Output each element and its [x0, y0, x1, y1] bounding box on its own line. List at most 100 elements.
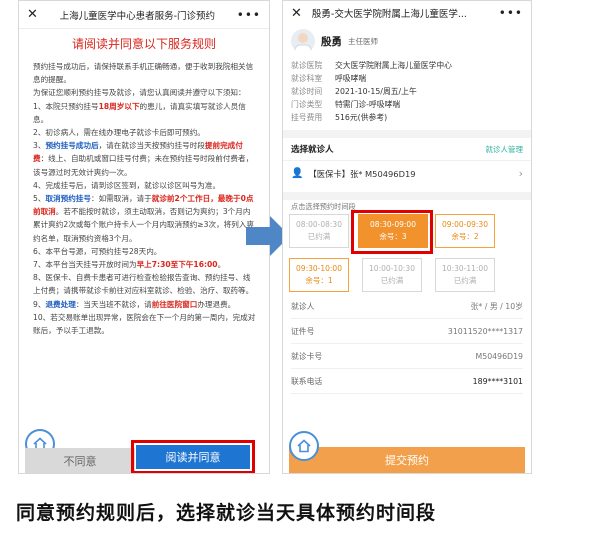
- rule-text: 退费处理: [45, 299, 76, 309]
- form-value: 31011520****1317: [447, 326, 523, 336]
- rule-text: 。: [217, 260, 226, 270]
- info-row: 就诊科室 呼吸哮喘: [291, 72, 523, 85]
- rule-text: ：如需取消，请于: [91, 194, 152, 204]
- disagree-button[interactable]: 不同意: [25, 448, 135, 473]
- rule-paragraph: 4、完成挂号后，请到诊区签到，就诊以诊区叫号为准。: [33, 179, 257, 192]
- rules-screen: ✕ 上海儿童医学中心患者服务-门诊预约 ••• 请阅读并同意以下服务规则 预约挂…: [18, 0, 270, 474]
- time-slot-grid: 10:30-11:00 已约满 10:00-10:30 已约满 09:30-10:00 余…: [283, 210, 531, 294]
- booking-header: ✕ 殷勇-交大医学院附属上海儿童医学... •••: [283, 1, 531, 25]
- rule-paragraph: 9、退费处理：当天当班不就诊，请前往医院窗口办理退费。: [33, 298, 257, 311]
- slot-highlight-box: [351, 210, 433, 254]
- info-label: 就诊时间: [291, 87, 323, 96]
- rule-text: 7、本平台当天挂号开放时间为: [33, 260, 137, 270]
- slot-status: 已约满: [380, 276, 404, 285]
- booking-screen-title: 殷勇-交大医学院附属上海儿童医学...: [311, 9, 467, 20]
- home-icon[interactable]: [289, 431, 319, 461]
- rule-text: 3、: [33, 141, 46, 151]
- rule-paragraph: 6、本平台号源，可预约挂号28天内。: [33, 245, 257, 258]
- more-icon[interactable]: •••: [499, 6, 523, 20]
- time-slot: 10:30-11:00 已约满: [435, 258, 495, 292]
- rule-text: 18周岁以下: [98, 101, 140, 111]
- info-row: 门诊类型 特需门诊-呼吸哮喘: [291, 98, 523, 111]
- more-icon[interactable]: •••: [237, 8, 261, 22]
- rule-text: 5、: [33, 194, 46, 204]
- rule-text: 2、初诊病人，需在线办理电子就诊卡后即可预约。: [33, 128, 205, 138]
- form-value: 张* / 男 / 10岁: [470, 301, 523, 311]
- form-row: 联系电话 189****3101: [291, 369, 523, 394]
- rule-text: ，请在就诊当天按预约挂号时段: [98, 141, 205, 151]
- rule-paragraph: 预约挂号成功后，请保持联系手机正确畅通，便于收到我院相关信息的提醒。: [33, 60, 257, 86]
- slot-time: 09:00-09:30: [442, 220, 488, 229]
- time-slot: 08:00-08:30 已约满: [289, 214, 349, 248]
- form-row: 就诊卡号 M50496D19: [291, 344, 523, 369]
- booking-form: 就诊人 张* / 男 / 10岁证件号 31011520****1317 就诊卡号 M5…: [283, 294, 531, 394]
- appointment-info: 就诊医院 交大医学院附属上海儿童医学中心就诊科室 呼吸哮喘就诊时间 2021-10-1…: [283, 59, 531, 124]
- rule-text: 早上7:30至下午16:00: [136, 260, 218, 270]
- close-icon[interactable]: ✕: [27, 7, 38, 22]
- agree-highlight-box: 阅读并同意: [131, 440, 255, 473]
- rule-text: 10、若交易账单出现异常，医院会在下一个月的第一周内，完成对账后，予以手工退款。: [33, 312, 256, 336]
- info-label: 就诊科室: [291, 74, 323, 83]
- rule-paragraph: 3、预约挂号成功后，请在就诊当天按预约挂号时段提前完成付费：线上、自助机或窗口挂…: [33, 139, 257, 179]
- submit-booking-button[interactable]: 提交预约: [289, 447, 525, 473]
- form-label: 证件号: [291, 326, 315, 336]
- rule-paragraph: 1、本院只预约挂号18周岁以下的患儿，请真实填写就诊人员信息。: [33, 100, 257, 126]
- rule-text: 9、: [33, 299, 46, 309]
- rule-text: 4、完成挂号后，请到诊区签到，就诊以诊区叫号为准。: [33, 180, 221, 190]
- doctor-avatar: [291, 29, 315, 53]
- rule-paragraph: 10、若交易账单出现异常，医院会在下一个月的第一周内，完成对账后，予以手工退款。: [33, 311, 257, 337]
- close-icon[interactable]: ✕: [291, 6, 302, 21]
- rule-text: 办理退费。: [197, 299, 236, 309]
- info-row: 就诊医院 交大医学院附属上海儿童医学中心: [291, 59, 523, 72]
- rules-heading: 请阅读并同意以下服务规则: [71, 37, 216, 51]
- rule-text: 取消预约挂号: [45, 194, 91, 204]
- info-label: 门诊类型: [291, 100, 323, 109]
- rule-paragraph: 7、本平台当天挂号开放时间为早上7:30至下午16:00。: [33, 258, 257, 271]
- info-value: 交大医学院附属上海儿童医学中心: [335, 61, 452, 70]
- rule-text: 8、医保卡、自费卡患者可进行检查检验报告查询、预约挂号、线上付费；请携带就诊卡前…: [33, 273, 254, 296]
- info-row: 挂号费用 516元(供参考): [291, 111, 523, 124]
- form-value: 189****3101: [472, 376, 523, 386]
- info-value: 特需门诊-呼吸哮喘: [335, 100, 401, 109]
- rule-text: 预约挂号成功后: [45, 141, 99, 151]
- rules-text: 预约挂号成功后，请保持联系手机正确畅通，便于收到我院相关信息的提醒。为保证您顺利…: [19, 60, 269, 337]
- doctor-name: 殷勇: [321, 35, 342, 48]
- info-value: 2021-10-15/周五/上午: [335, 87, 417, 96]
- chevron-right-icon: ›: [518, 167, 523, 180]
- form-label: 就诊卡号: [291, 351, 323, 361]
- caption: 同意预约规则后，选择就诊当天具体预约时间段: [16, 502, 437, 524]
- slot-status: 已约满: [453, 276, 477, 285]
- rule-paragraph: 2、初诊病人，需在线办理电子就诊卡后即可预约。: [33, 126, 257, 139]
- patient-card-text: 【医保卡】张* M50496D19: [308, 168, 416, 179]
- tutorial-figure: ✕ 上海儿童医学中心患者服务-门诊预约 ••• 请阅读并同意以下服务规则 预约挂…: [0, 0, 600, 545]
- rule-text: 前往医院窗口: [151, 299, 198, 309]
- form-value: M50496D19: [475, 351, 523, 361]
- slot-status: 余号：1: [305, 276, 333, 285]
- rule-text: ：线上、自助机或窗口挂号付费；未在预约挂号时段前付费者，该号源过时无效计爽约一次…: [33, 154, 254, 177]
- patient-section-header: 选择就诊人 就诊人管理: [283, 138, 531, 160]
- rule-text: 为保证您顺利预约挂号及就诊，请您认真阅读并遵守以下须知：: [33, 88, 246, 98]
- slot-time: 09:30-10:00: [296, 264, 342, 273]
- person-icon: 👤: [291, 168, 304, 179]
- patient-manage-link[interactable]: 就诊人管理: [486, 144, 524, 155]
- time-slot[interactable]: 09:00-09:30 余号：2: [435, 214, 495, 248]
- slot-time: 08:00-08:30: [296, 220, 342, 229]
- form-row: 证件号 31011520****1317: [291, 319, 523, 344]
- time-slot: 10:00-10:30 已约满: [362, 258, 422, 292]
- time-slot[interactable]: 09:30-10:00 余号：1: [289, 258, 349, 292]
- info-value: 呼吸哮喘: [335, 74, 367, 83]
- agree-button[interactable]: 阅读并同意: [136, 445, 250, 469]
- slot-status: 已约满: [307, 232, 331, 241]
- info-label: 就诊医院: [291, 61, 323, 70]
- rule-text: 预约挂号成功后，请保持联系手机正确畅通，便于收到我院相关信息的提醒。: [33, 62, 254, 85]
- patient-selector[interactable]: 👤 【医保卡】张* M50496D19 ›: [283, 160, 531, 186]
- rule-text: 6、本平台号源，可预约挂号28天内。: [33, 246, 162, 256]
- doctor-card: 殷勇 主任医师: [283, 25, 531, 59]
- info-row: 就诊时间 2021-10-15/周五/上午: [291, 85, 523, 98]
- info-label: 挂号费用: [291, 113, 323, 122]
- slot-time: 10:30-11:00: [442, 264, 488, 273]
- doctor-role: 主任医师: [348, 36, 378, 46]
- form-label: 就诊人: [291, 301, 315, 311]
- form-row: 就诊人 张* / 男 / 10岁: [291, 294, 523, 319]
- rules-screen-title: 上海儿童医学中心患者服务-门诊预约: [59, 10, 216, 22]
